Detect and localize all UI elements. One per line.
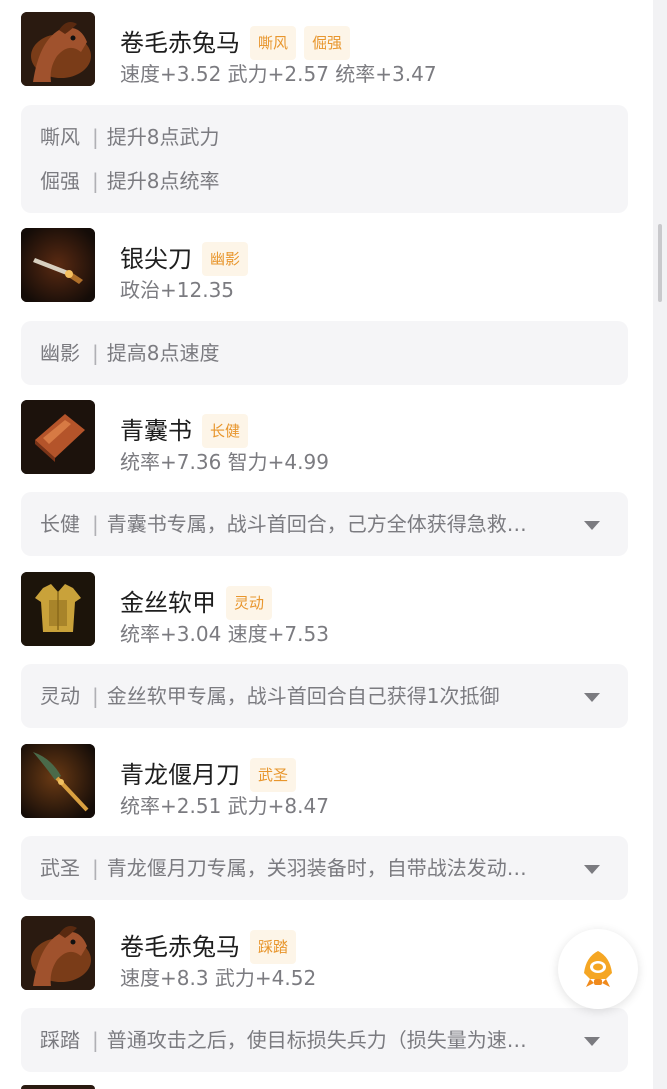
effect-line: 幽影 | 提高8点速度 (40, 341, 220, 365)
equipment-item[interactable]: 金丝软甲 灵动 统率+3.04 速度+7.53 灵动 | 金丝软甲专属，战斗首回合自… (21, 572, 628, 728)
skill-tag: 灵动 (226, 586, 273, 620)
equipment-header[interactable]: 金丝软甲 灵动 统率+3.04 速度+7.53 (21, 572, 628, 650)
equipment-stats: 统率+2.51 武力+8.47 (120, 794, 329, 818)
dagger-icon (21, 228, 95, 302)
equipment-stats: 统率+7.36 智力+4.99 (120, 450, 329, 474)
effects-panel: 幽影 | 提高8点速度 (21, 321, 628, 385)
equipment-item[interactable]: 青囊书 长健 统率+7.36 智力+4.99 长健 | 青囊书专属，战斗首回合，己方… (21, 400, 628, 556)
equipment-header[interactable]: 青龙偃月刀 武圣 统率+2.51 武力+8.47 (21, 744, 628, 822)
skill-tag: 长健 (202, 414, 249, 448)
horse-icon (21, 12, 95, 86)
effect-text: 提升8点统率 (106, 169, 220, 193)
effect-tag: 幽影 (40, 341, 80, 365)
effect-text: 普通攻击之后，使目标损失兵力（损失量为速… (106, 1028, 527, 1052)
equipment-header[interactable]: 青囊书 长健 统率+7.36 智力+4.99 (21, 400, 628, 478)
next-item-thumbnail (21, 1085, 95, 1089)
skill-tag: 嘶风 (250, 26, 297, 60)
effect-line: 长健 | 青囊书专属，战斗首回合，己方全体获得急救… (21, 502, 628, 546)
equipment-item[interactable]: 银尖刀 幽影 政治+12.35 幽影 | 提高8点速度 (21, 228, 628, 385)
effect-tag: 武圣 (40, 856, 80, 880)
equipment-item[interactable]: 卷毛赤兔马 嘶风 倔强 速度+3.52 武力+2.57 统率+3.47 嘶风 | 提… (21, 12, 628, 213)
caret-down-icon[interactable] (584, 693, 600, 702)
effect-text: 提高8点速度 (106, 341, 220, 365)
equipment-stats: 速度+3.52 武力+2.57 统率+3.47 (120, 62, 437, 86)
scrollbar[interactable] (653, 0, 667, 1089)
equipment-stats: 政治+12.35 (120, 278, 235, 302)
skill-tag: 武圣 (250, 758, 297, 792)
equipment-header[interactable]: 银尖刀 幽影 政治+12.35 (21, 228, 628, 306)
scrollbar-thumb[interactable] (658, 224, 662, 302)
equipment-list-page: 卷毛赤兔马 嘶风 倔强 速度+3.52 武力+2.57 统率+3.47 嘶风 | 提… (0, 0, 667, 1089)
caret-down-icon[interactable] (584, 521, 600, 530)
effect-text: 金丝软甲专属，战斗首回合自己获得1次抵御 (106, 684, 500, 708)
horse-icon (21, 916, 95, 990)
equipment-header[interactable]: 卷毛赤兔马 踩踏 速度+8.3 武力+4.52 (21, 916, 628, 994)
effect-tag: 长健 (40, 512, 80, 536)
effect-text: 提升8点武力 (106, 125, 220, 149)
equipment-stats: 统率+3.04 速度+7.53 (120, 622, 329, 646)
effects-panel: 嘶风 | 提升8点武力 倔强 | 提升8点统率 (21, 105, 628, 213)
skill-tag: 踩踏 (250, 930, 297, 964)
caret-down-icon[interactable] (584, 865, 600, 874)
effect-tag: 倔强 (40, 169, 80, 193)
floating-action-button[interactable] (558, 929, 638, 1009)
equipment-name: 卷毛赤兔马 (120, 933, 240, 961)
skill-tag: 幽影 (202, 242, 249, 276)
rocket-icon (584, 951, 612, 987)
effect-line: 嘶风 | 提升8点武力 (40, 125, 220, 149)
caret-down-icon[interactable] (584, 1037, 600, 1046)
armor-icon (21, 572, 95, 646)
equipment-item[interactable]: 青龙偃月刀 武圣 统率+2.51 武力+8.47 武圣 | 青龙偃月刀专属，关羽装备… (21, 744, 628, 900)
equipment-stats: 速度+8.3 武力+4.52 (120, 966, 317, 990)
equipment-name: 卷毛赤兔马 (120, 29, 240, 57)
equipment-header[interactable]: 卷毛赤兔马 嘶风 倔强 速度+3.52 武力+2.57 统率+3.47 (21, 12, 628, 90)
equipment-name: 青龙偃月刀 (120, 761, 240, 789)
effect-tag: 灵动 (40, 684, 80, 708)
equipment-name: 青囊书 (120, 417, 192, 445)
equipment-item[interactable]: 卷毛赤兔马 踩踏 速度+8.3 武力+4.52 踩踏 | 普通攻击之后，使目标损失兵… (21, 916, 628, 1072)
effect-line: 武圣 | 青龙偃月刀专属，关羽装备时，自带战法发动… (21, 846, 628, 890)
effect-line: 踩踏 | 普通攻击之后，使目标损失兵力（损失量为速… (21, 1018, 628, 1062)
effect-expander[interactable]: 长健 | 青囊书专属，战斗首回合，己方全体获得急救… (21, 492, 628, 556)
effect-line: 灵动 | 金丝软甲专属，战斗首回合自己获得1次抵御 (21, 674, 628, 718)
skill-tag: 倔强 (304, 26, 351, 60)
equipment-name: 金丝软甲 (120, 589, 216, 617)
effect-tag: 踩踏 (40, 1028, 80, 1052)
effect-expander[interactable]: 灵动 | 金丝软甲专属，战斗首回合自己获得1次抵御 (21, 664, 628, 728)
effect-expander[interactable]: 武圣 | 青龙偃月刀专属，关羽装备时，自带战法发动… (21, 836, 628, 900)
effect-text: 青囊书专属，战斗首回合，己方全体获得急救… (106, 512, 527, 536)
effect-tag: 嘶风 (40, 125, 80, 149)
effect-text: 青龙偃月刀专属，关羽装备时，自带战法发动… (106, 856, 527, 880)
effect-expander[interactable]: 踩踏 | 普通攻击之后，使目标损失兵力（损失量为速… (21, 1008, 628, 1072)
book-icon (21, 400, 95, 474)
equipment-name: 银尖刀 (120, 245, 192, 273)
glaive-icon (21, 744, 95, 818)
effect-line: 倔强 | 提升8点统率 (40, 169, 220, 193)
